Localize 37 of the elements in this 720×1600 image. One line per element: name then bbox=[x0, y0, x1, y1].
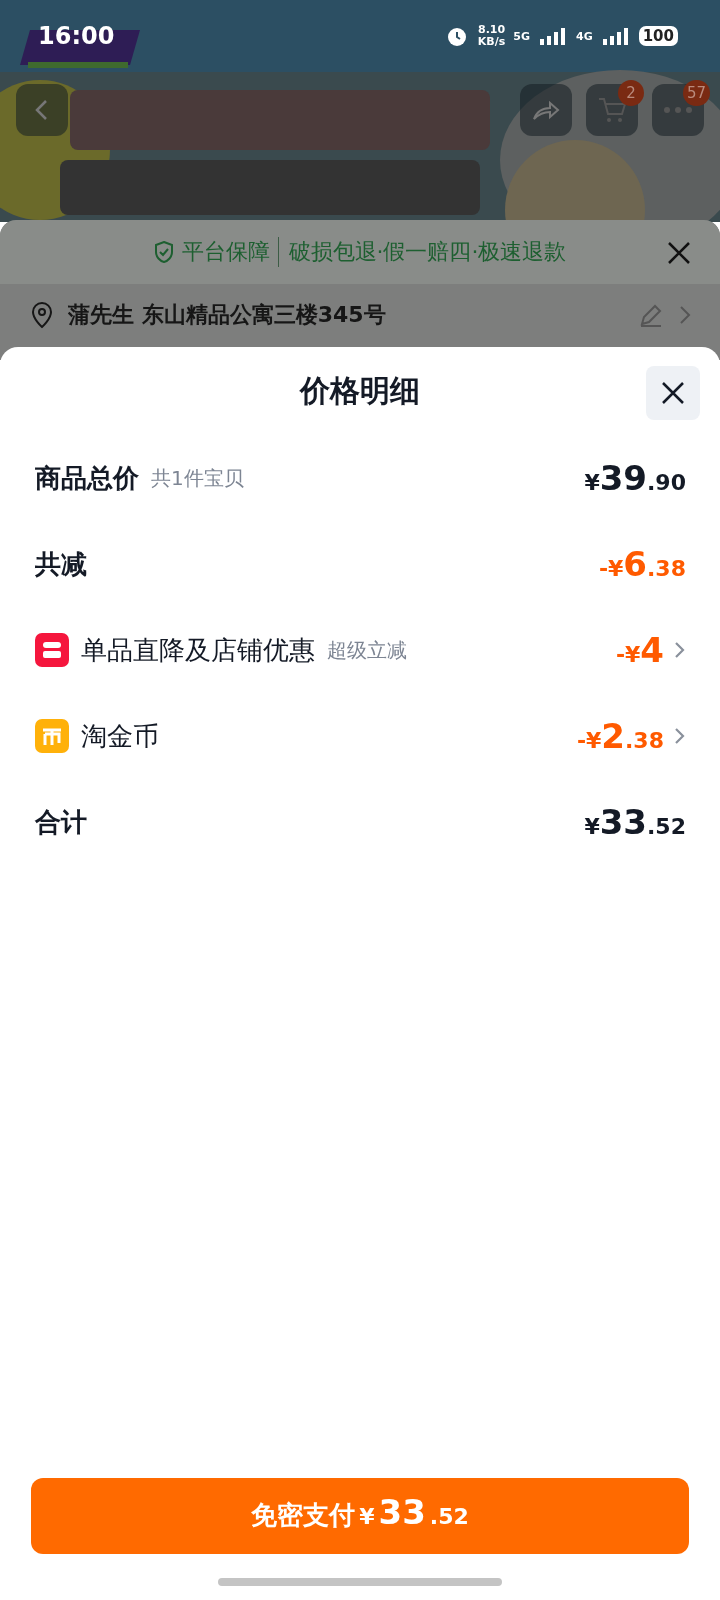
share-icon bbox=[531, 98, 561, 122]
price: ¥33.52 bbox=[584, 802, 686, 842]
price: -¥6.38 bbox=[598, 544, 686, 584]
sheet-title: 价格明细 bbox=[300, 371, 420, 410]
close-button[interactable] bbox=[646, 366, 700, 420]
network-label: 4G bbox=[576, 29, 593, 43]
chevron-right-icon bbox=[672, 640, 686, 660]
chevron-right-icon bbox=[678, 304, 692, 326]
status-time: 16:00 bbox=[38, 22, 115, 50]
close-icon[interactable] bbox=[666, 240, 692, 266]
location-icon bbox=[30, 301, 54, 329]
guarantee-label: 平台保障 bbox=[181, 238, 270, 266]
price-label: 商品总价 bbox=[35, 461, 139, 495]
cart-icon bbox=[597, 96, 627, 124]
item-count: 共1件宝贝 bbox=[151, 464, 244, 492]
back-button[interactable] bbox=[16, 84, 68, 136]
signal-icon bbox=[538, 27, 568, 45]
price: -¥4 bbox=[615, 630, 664, 670]
edit-icon[interactable] bbox=[638, 302, 664, 328]
network-speed: 8.10 KB/s bbox=[477, 24, 506, 48]
network-label: 5G bbox=[513, 29, 530, 43]
price: -¥2.38 bbox=[576, 716, 664, 756]
price: ¥39.90 bbox=[584, 458, 686, 498]
price-label: 合计 bbox=[35, 805, 87, 839]
coin-label[interactable]: 淘金币 bbox=[81, 718, 159, 754]
signal-icon bbox=[600, 27, 631, 45]
more-icon bbox=[663, 106, 693, 114]
battery-level: 100 bbox=[638, 26, 678, 46]
discount-label[interactable]: 单品直降及店铺优惠 bbox=[81, 632, 315, 668]
close-icon bbox=[660, 380, 686, 406]
address-text: 蒲先生 东山精品公寓三楼345号 bbox=[68, 301, 387, 329]
shield-icon bbox=[153, 241, 174, 263]
chevron-right-icon bbox=[672, 726, 686, 746]
price-label: 共减 bbox=[35, 547, 87, 581]
guarantee-text: 破损包退·假一赔四·极速退款 bbox=[277, 237, 567, 267]
discount-note: 超级立减 bbox=[327, 636, 407, 664]
share-button[interactable] bbox=[520, 84, 572, 136]
